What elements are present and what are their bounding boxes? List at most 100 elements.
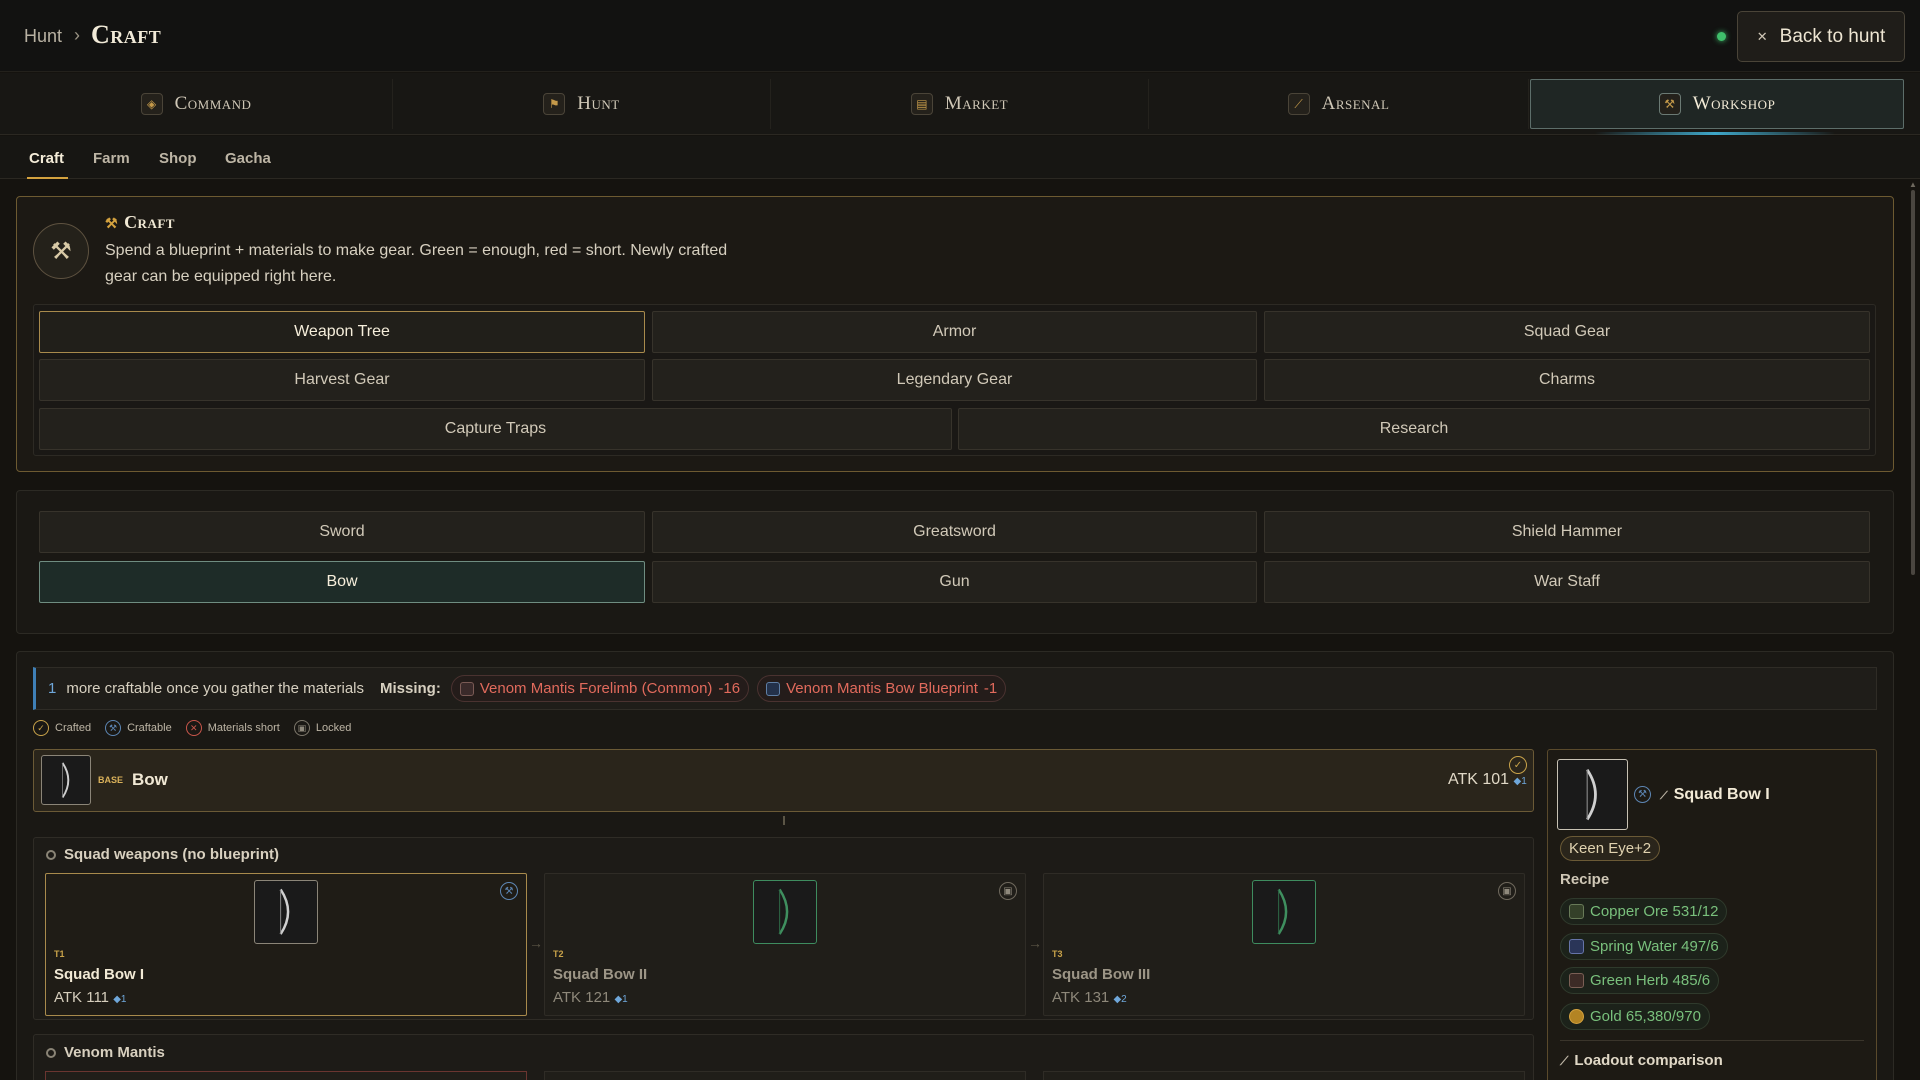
atk-value: ATK 101 (1448, 771, 1510, 788)
nav-tab-label: Workshop (1692, 93, 1776, 114)
atk-value: ATK 131 (1052, 989, 1110, 1006)
forelimb-icon (459, 681, 474, 696)
bow-thumbnail (254, 880, 318, 944)
subtab-farm[interactable]: Farm (93, 150, 130, 167)
nav-tab-arsenal[interactable]: ⟋ Arsenal (1149, 79, 1529, 129)
craftable-hammer-icon: ⚒ (105, 720, 122, 736)
nav-tab-hunt[interactable]: ⚑ Hunt (393, 79, 771, 129)
base-weapon-name: Bow (132, 770, 168, 789)
craftable-count: 1 (48, 680, 57, 697)
back-to-hunt-button[interactable]: ✕ Back to hunt (1737, 11, 1905, 62)
nav-tab-workshop[interactable]: ⚒ Workshop (1530, 79, 1904, 129)
weapon-type-gun[interactable]: Gun (652, 561, 1257, 603)
group-title: Venom Mantis (46, 1044, 165, 1061)
tier-label: T3 (1052, 949, 1063, 959)
material-label: Green Herb 485/6 (1590, 972, 1711, 989)
weapon-card[interactable]: ▣ T2 Squad Bow II ATK 121 ◆1 (544, 873, 1026, 1016)
arrow-right-icon: → (529, 935, 543, 951)
category-armor[interactable]: Armor (652, 311, 1257, 353)
subtab-shop[interactable]: Shop (159, 150, 197, 167)
loadout-label: Loadout comparison (1574, 1052, 1723, 1069)
nav-tab-market[interactable]: ▤ Market (771, 79, 1149, 129)
category-weapon-tree[interactable]: Weapon Tree (39, 311, 645, 353)
scroll-up-arrow[interactable]: ▲ (1909, 180, 1917, 189)
upgrade-slot-count: ◆2 (1113, 994, 1127, 1005)
weapon-type-shield-hammer[interactable]: Shield Hammer (1264, 511, 1870, 553)
atk-value: ATK 121 (553, 989, 611, 1006)
category-squad-gear[interactable]: Squad Gear (1264, 311, 1870, 353)
group-title-text: Squad weapons (no blueprint) (64, 846, 279, 863)
atk-value: ATK 111 (54, 989, 110, 1006)
tier-label: T2 (553, 949, 564, 959)
water-icon (1569, 939, 1584, 954)
category-capture-traps[interactable]: Capture Traps (39, 408, 952, 450)
lock-icon: ▣ (999, 882, 1017, 900)
crafted-check-icon: ✓ (1509, 756, 1527, 774)
weapon-type-bow[interactable]: Bow (39, 561, 645, 603)
legend-label: Materials short (207, 722, 280, 734)
subtab-craft[interactable]: Craft (29, 150, 64, 167)
weapon-card[interactable]: ▣ T3 Squad Bow III ATK 131 ◆2 (1043, 873, 1525, 1016)
craftable-hammer-icon: ⚒ (1634, 786, 1651, 803)
detail-item-name: ⟋ Squad Bow I (1660, 786, 1770, 804)
status-legend: ✓ Crafted ⚒ Craftable ✕ Materials short … (33, 719, 351, 737)
upgrade-slot-count: ◆1 (1513, 776, 1527, 787)
weapon-type-sword[interactable]: Sword (39, 511, 645, 553)
legend-label: Locked (315, 722, 352, 734)
sword-icon: ⟋ (1560, 1054, 1569, 1068)
weapon-card[interactable] (1043, 1071, 1525, 1080)
crafted-check-icon: ✓ (33, 720, 49, 736)
weapon-atk: ATK 111 ◆1 (54, 989, 126, 1006)
base-weapon-row[interactable] (33, 749, 1534, 812)
material-label: Copper Ore 531/12 (1590, 903, 1719, 920)
legend-label: Crafted (55, 722, 92, 734)
bow-thumbnail (1252, 880, 1316, 944)
loadout-comparison-toggle[interactable]: ⟋ Loadout comparison (1560, 1052, 1723, 1069)
hammer-icon: ⚒ (105, 217, 119, 232)
category-legendary-gear[interactable]: Legendary Gear (652, 359, 1257, 401)
weapon-name: Squad Bow II (553, 966, 648, 983)
weapon-card[interactable] (45, 1071, 527, 1080)
missing-item-pill[interactable]: Venom Mantis Bow Blueprint -1 (757, 675, 1007, 702)
breadcrumb-separator: › (74, 25, 80, 45)
online-status-indicator (1717, 32, 1726, 41)
category-research[interactable]: Research (958, 408, 1870, 450)
sub-tabs: Craft Farm Shop Gacha (0, 136, 1920, 179)
bow-icon (1585, 768, 1597, 821)
recipe-material: Copper Ore 531/12 (1560, 898, 1728, 925)
weapon-type-war-staff[interactable]: War Staff (1264, 561, 1870, 603)
missing-label: Missing: (380, 680, 441, 697)
ore-icon (1569, 904, 1584, 919)
missing-materials-bar: 1 more craftable once you gather the mat… (33, 667, 1877, 710)
category-charms[interactable]: Charms (1264, 359, 1870, 401)
nav-tab-command[interactable]: ◈ Command (0, 79, 393, 129)
category-harvest-gear[interactable]: Harvest Gear (39, 359, 645, 401)
crest-icon: ◈ (140, 93, 163, 115)
scrollbar-thumb[interactable] (1911, 190, 1915, 575)
subtab-gacha[interactable]: Gacha (225, 150, 271, 167)
tier-label: T1 (54, 949, 65, 959)
lock-icon: ▣ (293, 720, 310, 736)
weapon-type-greatsword[interactable]: Greatsword (652, 511, 1257, 553)
breadcrumb-hunt-link[interactable]: Hunt (24, 26, 62, 47)
missing-item-label: Venom Mantis Bow Blueprint (786, 680, 978, 697)
weapon-card[interactable]: ⚒ T1 Squad Bow I ATK 111 ◆1 (45, 873, 527, 1016)
weapon-card[interactable] (544, 1071, 1026, 1080)
back-to-hunt-label: Back to hunt (1779, 25, 1886, 47)
material-label: Gold 65,380/970 (1590, 1008, 1701, 1025)
missing-item-label: Venom Mantis Forelimb (Common) (479, 680, 713, 697)
bow-icon (279, 888, 290, 936)
active-tab-glow (1595, 132, 1835, 135)
active-subtab-underline (27, 177, 68, 179)
craft-description: Spend a blueprint + materials to make ge… (105, 242, 728, 285)
missing-item-pill[interactable]: Venom Mantis Forelimb (Common) -16 (450, 675, 750, 702)
trait-badge: Keen Eye+2 (1560, 836, 1661, 861)
weapon-atk: ATK 131 ◆2 (1052, 989, 1127, 1006)
arrow-right-icon: → (1028, 935, 1042, 951)
group-title: Squad weapons (no blueprint) (46, 846, 279, 863)
group-title-text: Venom Mantis (64, 1044, 165, 1061)
main-nav: ◈ Command ⚑ Hunt ▤ Market ⟋ Arsenal ⚒ Wo… (0, 73, 1920, 135)
lock-icon: ▣ (1498, 882, 1516, 900)
page-title: Craft (91, 20, 162, 49)
craft-title-text: Craft (124, 212, 175, 232)
